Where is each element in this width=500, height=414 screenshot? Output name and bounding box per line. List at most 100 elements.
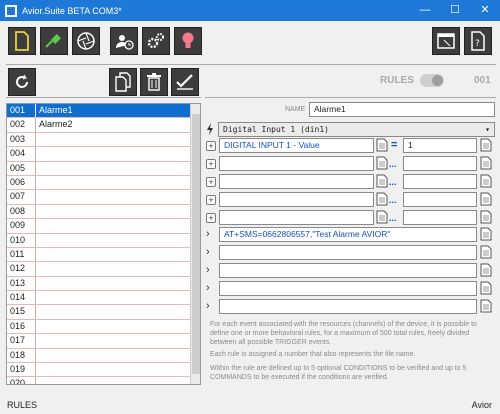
scrollbar-thumb[interactable] (192, 114, 200, 374)
add-condition-button[interactable]: + (206, 195, 216, 205)
condition-left-document-icon[interactable] (376, 156, 388, 170)
condition-operator[interactable]: ... (389, 159, 397, 169)
rule-label (36, 349, 200, 362)
rule-row[interactable]: 010 (7, 233, 200, 248)
condition-left-input[interactable] (219, 210, 374, 225)
help-button[interactable]: ? (464, 27, 492, 55)
command-input[interactable] (219, 299, 477, 314)
condition-right-document-icon[interactable] (480, 138, 492, 152)
rule-row[interactable]: 008 (7, 204, 200, 220)
condition-left-document-icon[interactable] (376, 174, 388, 188)
rule-row[interactable]: 006 (7, 175, 200, 191)
maximize-button[interactable]: ☐ (440, 0, 470, 21)
rule-name-input[interactable]: Alarme1 (309, 102, 495, 117)
list-scrollbar[interactable] (190, 104, 200, 384)
add-condition-button[interactable]: + (206, 177, 216, 187)
window-title: Avior.Suite BETA COM3* (22, 5, 122, 16)
condition-right-document-icon[interactable] (480, 192, 492, 206)
command-document-icon[interactable] (480, 263, 492, 277)
rule-label (36, 277, 200, 290)
connect-button[interactable] (40, 27, 68, 55)
condition-right-input[interactable] (403, 210, 477, 225)
rules-list[interactable]: 001 Alarme1 002 Alarme2 003 004 005 006 007 008 00… (6, 103, 201, 385)
rule-row[interactable]: 003 (7, 132, 200, 148)
status-right: Avior (471, 400, 492, 410)
condition-left-input[interactable] (219, 192, 374, 207)
condition-right-input[interactable] (403, 174, 477, 189)
rule-number: 002 (7, 118, 36, 132)
rule-number: 004 (7, 147, 36, 161)
rule-row[interactable]: 016 (7, 319, 200, 335)
command-document-icon[interactable] (480, 227, 492, 241)
condition-right-document-icon[interactable] (480, 156, 492, 170)
settings-button[interactable] (142, 27, 170, 55)
chevron-right-icon: › (206, 246, 210, 258)
command-input[interactable] (219, 245, 477, 260)
condition-left-input[interactable]: DIGITAL INPUT 1 - Value (219, 138, 374, 153)
command-document-icon[interactable] (480, 281, 492, 295)
condition-left-input[interactable] (219, 156, 374, 171)
rule-row[interactable]: 020 (7, 377, 200, 384)
trigger-select[interactable]: Digital Input 1 (din1) ▾ (218, 122, 495, 137)
rule-row[interactable]: 002 Alarme2 (7, 118, 200, 133)
svg-text:?: ? (475, 39, 480, 49)
condition-operator[interactable]: ... (389, 213, 397, 223)
rule-row[interactable]: 018 (7, 348, 200, 364)
rule-row[interactable]: 015 (7, 305, 200, 320)
add-condition-button[interactable]: + (206, 141, 216, 151)
condition-right-input[interactable] (403, 192, 477, 207)
description-2: Each rule is assigned a number that also… (210, 351, 416, 358)
user-schedule-button[interactable] (110, 27, 138, 55)
rule-row[interactable]: 013 (7, 276, 200, 292)
add-condition-button[interactable]: + (206, 159, 216, 169)
rule-number: 010 (7, 233, 36, 247)
save-rule-button[interactable] (171, 68, 199, 96)
rule-count: 001 (474, 75, 491, 86)
condition-right-input[interactable]: 1 (403, 138, 477, 153)
rule-row[interactable]: 012 (7, 262, 200, 277)
condition-left-input[interactable] (219, 174, 374, 189)
new-file-button[interactable] (8, 27, 36, 55)
rule-row[interactable]: 011 (7, 247, 200, 263)
rule-row[interactable]: 004 (7, 147, 200, 162)
rule-number: 009 (7, 219, 36, 233)
command-input[interactable]: AT+SMS=0662806557,"Test Alarme AVIOR" (219, 227, 477, 242)
bulb-button[interactable] (174, 27, 202, 55)
condition-operator[interactable]: ... (389, 195, 397, 205)
refresh-icon (16, 74, 28, 88)
trigger-value: Digital Input 1 (din1) (223, 125, 329, 134)
chevron-right-icon: › (206, 264, 210, 276)
copy-rule-button[interactable] (109, 68, 137, 96)
condition-right-document-icon[interactable] (480, 174, 492, 188)
add-condition-button[interactable]: + (206, 213, 216, 223)
rule-row[interactable]: 019 (7, 363, 200, 378)
rule-row[interactable]: 017 (7, 334, 200, 349)
rule-row[interactable]: 007 (7, 190, 200, 205)
command-input[interactable] (219, 263, 477, 278)
rule-row[interactable]: 014 (7, 291, 200, 306)
rule-label (36, 205, 200, 218)
condition-operator[interactable]: ... (389, 177, 397, 187)
close-button[interactable]: ✕ (470, 0, 500, 21)
rule-row[interactable]: 009 (7, 219, 200, 234)
rule-number: 001 (7, 104, 36, 118)
refresh-button[interactable] (8, 68, 36, 96)
condition-operator[interactable]: = (391, 139, 397, 151)
rule-row[interactable]: 005 (7, 161, 200, 176)
aperture-button[interactable] (72, 27, 100, 55)
command-input[interactable] (219, 281, 477, 296)
rule-number: 019 (7, 363, 36, 377)
rule-number: 014 (7, 291, 36, 305)
command-document-icon[interactable] (480, 299, 492, 313)
condition-right-input[interactable] (403, 156, 477, 171)
delete-rule-button[interactable] (140, 68, 168, 96)
rules-toggle[interactable] (420, 74, 444, 87)
condition-left-document-icon[interactable] (376, 192, 388, 206)
condition-left-document-icon[interactable] (376, 138, 388, 152)
window-button[interactable] (432, 27, 460, 55)
command-document-icon[interactable] (480, 245, 492, 259)
minimize-button[interactable]: — (410, 0, 440, 21)
rule-row[interactable]: 001 Alarme1 (7, 104, 200, 119)
condition-left-document-icon[interactable] (376, 210, 388, 224)
condition-right-document-icon[interactable] (480, 210, 492, 224)
